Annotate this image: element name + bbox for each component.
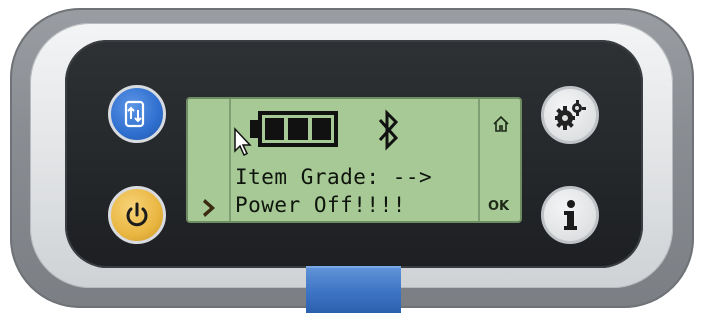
bluetooth-icon xyxy=(378,109,399,151)
battery-cell xyxy=(288,118,308,140)
lcd-left-column xyxy=(188,99,231,221)
device-bottom-tab xyxy=(306,266,401,313)
info-icon xyxy=(564,200,577,230)
gear-icon xyxy=(555,100,586,130)
sync-button[interactable] xyxy=(108,85,166,143)
home-icon[interactable] xyxy=(492,115,510,133)
power-button[interactable] xyxy=(108,186,166,244)
battery-cell xyxy=(265,118,285,140)
info-button[interactable] xyxy=(541,186,599,244)
lcd-line-1: Item Grade: --> xyxy=(235,165,433,189)
lcd-line-2: Power Off!!!! xyxy=(235,193,406,217)
battery-full-icon xyxy=(250,109,342,149)
lcd-screen: Item Grade: --> Power Off!!!! OK xyxy=(186,97,522,223)
battery-cell xyxy=(311,118,331,140)
power-icon xyxy=(126,202,148,227)
lcd-right-column: OK xyxy=(478,99,520,221)
device-sync-icon xyxy=(124,100,145,128)
battery-body xyxy=(258,111,338,147)
mouse-pointer-icon xyxy=(234,127,252,157)
settings-button[interactable] xyxy=(541,86,599,144)
ok-label[interactable]: OK xyxy=(488,199,509,214)
chevron-right-icon[interactable] xyxy=(202,197,218,219)
